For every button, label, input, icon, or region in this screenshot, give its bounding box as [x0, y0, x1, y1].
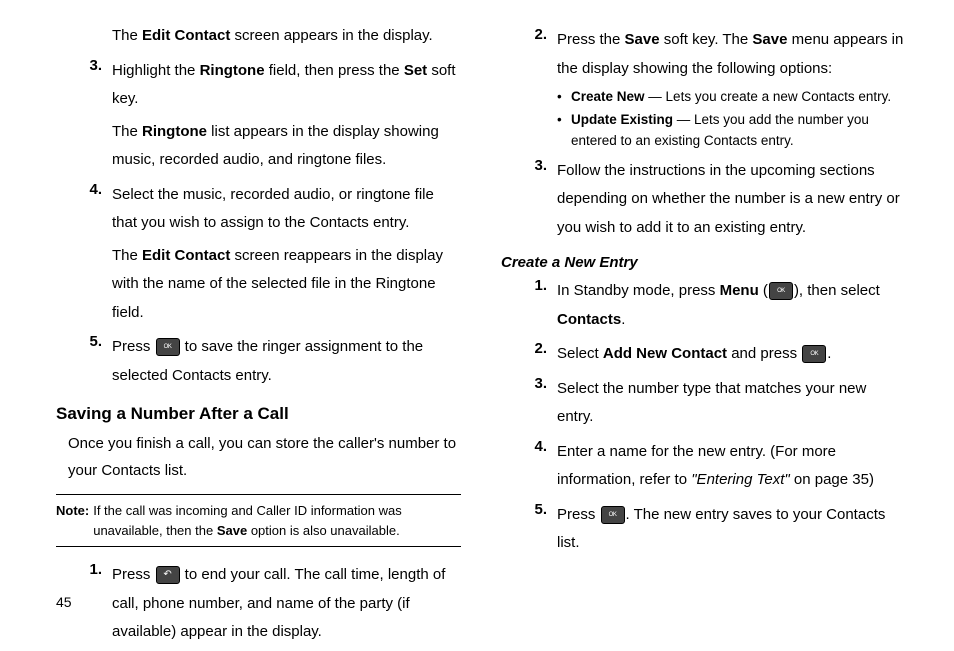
step-number: 4. — [501, 438, 557, 495]
step-number: 3. — [56, 57, 112, 114]
text-bold: Menu — [720, 282, 759, 299]
text: ), then select — [794, 282, 880, 299]
text-bold: Ringtone — [142, 123, 207, 140]
text: Press — [112, 338, 155, 355]
bullet-update-existing: • Update Existing — Lets you add the num… — [557, 110, 906, 151]
create-step-5: 5. Press . The new entry saves to your C… — [501, 501, 906, 558]
step-1-end-call: 1. Press to end your call. The call time… — [56, 561, 461, 647]
step-text: Select Add New Contact and press . — [557, 340, 906, 369]
step-text: In Standby mode, press Menu ( ), then sel… — [557, 277, 906, 334]
text-bold: Save — [752, 31, 787, 48]
text-bold: Save — [217, 523, 247, 538]
note-block: Note: If the call was incoming and Calle… — [56, 494, 461, 547]
step-text: Follow the instructions in the upcoming … — [557, 157, 906, 243]
step-3-continuation: The Ringtone list appears in the display… — [112, 118, 461, 175]
text-bold: Edit Contact — [142, 27, 230, 44]
text: The — [112, 123, 142, 140]
bullet-create-new: • Create New — Lets you create a new Con… — [557, 87, 906, 107]
ok-key-icon — [156, 338, 180, 356]
text: . — [621, 311, 625, 328]
step-number: 5. — [501, 501, 557, 558]
step-text: Enter a name for the new entry. (For mor… — [557, 438, 906, 495]
heading-create-new-entry: Create a New Entry — [501, 254, 906, 271]
step-text: Press to save the ringer assignment to t… — [112, 333, 461, 390]
left-column: The Edit Contact screen appears in the d… — [56, 20, 461, 651]
text: field, then press the — [265, 62, 404, 79]
step-3-follow: 3. Follow the instructions in the upcomi… — [501, 157, 906, 243]
text-bold: Save — [625, 31, 660, 48]
bullet-text: Create New — Lets you create a new Conta… — [571, 87, 906, 107]
text-bold: Edit Contact — [142, 247, 230, 264]
ok-key-icon — [769, 282, 793, 300]
text: In Standby mode, press — [557, 282, 720, 299]
step-text: Press to end your call. The call time, l… — [112, 561, 461, 647]
step-number: 3. — [501, 157, 557, 243]
page-number: 45 — [56, 594, 72, 610]
text: ( — [759, 282, 768, 299]
text-bold: Ringtone — [200, 62, 265, 79]
note-text: If the call was incoming and Caller ID i… — [93, 501, 461, 540]
bullet-text: Update Existing — Lets you add the numbe… — [571, 110, 906, 151]
text: . — [827, 345, 831, 362]
text: The — [112, 247, 142, 264]
step-text: Highlight the Ringtone field, then press… — [112, 57, 461, 114]
text: option is also unavailable. — [247, 523, 400, 538]
right-column: 2. Press the Save soft key. The Save men… — [501, 20, 906, 651]
text-bold: Set — [404, 62, 427, 79]
bullet-marker: • — [557, 110, 571, 151]
step-3: 3. Highlight the Ringtone field, then pr… — [56, 57, 461, 114]
step-text: Press the Save soft key. The Save menu a… — [557, 26, 906, 83]
paragraph-edit-contact: The Edit Contact screen appears in the d… — [112, 22, 461, 51]
text: on page 35) — [790, 471, 874, 488]
intro-text: Once you finish a call, you can store th… — [68, 430, 461, 484]
text: screen appears in the display. — [230, 27, 432, 44]
text-italic: "Entering Text" — [691, 471, 789, 488]
text: Press — [112, 566, 155, 583]
bullet-marker: • — [557, 87, 571, 107]
step-text: Press . The new entry saves to your Cont… — [557, 501, 906, 558]
text: Press the — [557, 31, 625, 48]
page: The Edit Contact screen appears in the d… — [0, 0, 954, 636]
step-number: 1. — [501, 277, 557, 334]
create-step-1: 1. In Standby mode, press Menu ( ), then … — [501, 277, 906, 334]
create-step-3: 3. Select the number type that matches y… — [501, 375, 906, 432]
step-text: Select the music, recorded audio, or rin… — [112, 181, 461, 238]
create-step-4: 4. Enter a name for the new entry. (For … — [501, 438, 906, 495]
step-number: 2. — [501, 340, 557, 369]
ok-key-icon — [802, 345, 826, 363]
step-number: 5. — [56, 333, 112, 390]
text: — Lets you create a new Contacts entry. — [645, 89, 892, 104]
step-4-continuation: The Edit Contact screen reappears in the… — [112, 242, 461, 328]
step-text: Select the number type that matches your… — [557, 375, 906, 432]
text: soft key. The — [660, 31, 753, 48]
text-bold: Add New Contact — [603, 345, 727, 362]
step-number: 4. — [56, 181, 112, 238]
step-4: 4. Select the music, recorded audio, or … — [56, 181, 461, 238]
text: Select — [557, 345, 603, 362]
text-bold: Create New — [571, 89, 645, 104]
end-call-key-icon — [156, 566, 180, 584]
text: Press — [557, 506, 600, 523]
step-5: 5. Press to save the ringer assignment t… — [56, 333, 461, 390]
text: Highlight the — [112, 62, 200, 79]
step-number: 3. — [501, 375, 557, 432]
note-label: Note: — [56, 501, 93, 540]
text-bold: Update Existing — [571, 112, 673, 127]
text: The — [112, 27, 142, 44]
text-bold: Contacts — [557, 311, 621, 328]
create-step-2: 2. Select Add New Contact and press . — [501, 340, 906, 369]
step-number: 2. — [501, 26, 557, 83]
heading-saving-number: Saving a Number After a Call — [56, 404, 461, 424]
columns: The Edit Contact screen appears in the d… — [56, 20, 906, 651]
text: and press — [727, 345, 801, 362]
ok-key-icon — [601, 506, 625, 524]
step-2-save: 2. Press the Save soft key. The Save men… — [501, 26, 906, 83]
note-body: Note: If the call was incoming and Calle… — [56, 501, 461, 540]
